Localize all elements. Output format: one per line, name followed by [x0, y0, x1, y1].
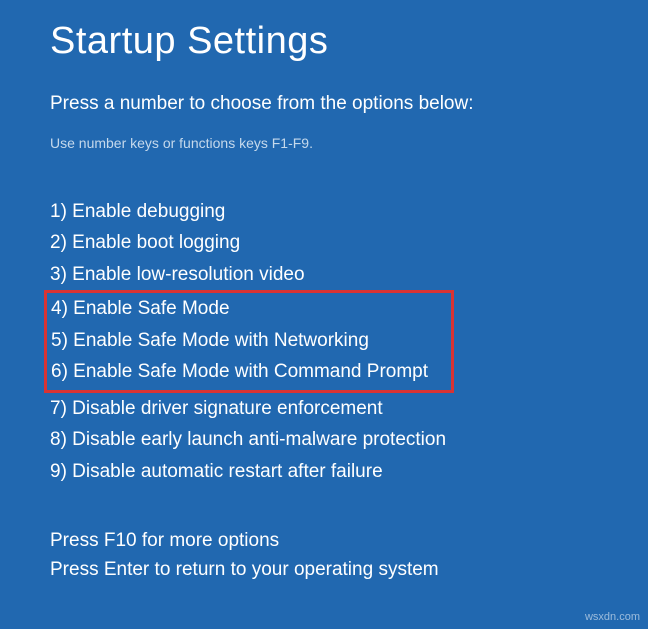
- footer-instructions: Press F10 for more options Press Enter t…: [50, 527, 439, 584]
- footer-return: Press Enter to return to your operating …: [50, 556, 439, 585]
- option-enable-debugging[interactable]: 1) Enable debugging: [50, 196, 598, 227]
- option-disable-driver-signature[interactable]: 7) Disable driver signature enforcement: [50, 393, 598, 424]
- key-hint: Use number keys or functions keys F1-F9.: [50, 135, 598, 151]
- option-enable-boot-logging[interactable]: 2) Enable boot logging: [50, 227, 598, 258]
- option-enable-low-resolution-video[interactable]: 3) Enable low-resolution video: [50, 259, 598, 290]
- option-enable-safe-mode-command-prompt[interactable]: 6) Enable Safe Mode with Command Prompt: [51, 356, 447, 387]
- startup-options-list: 1) Enable debugging 2) Enable boot loggi…: [50, 196, 598, 487]
- option-disable-anti-malware[interactable]: 8) Disable early launch anti-malware pro…: [50, 424, 598, 455]
- watermark: wsxdn.com: [585, 611, 640, 623]
- option-disable-automatic-restart[interactable]: 9) Disable automatic restart after failu…: [50, 456, 598, 487]
- page-title: Startup Settings: [50, 20, 598, 63]
- option-enable-safe-mode[interactable]: 4) Enable Safe Mode: [51, 293, 447, 324]
- instructions-subtitle: Press a number to choose from the option…: [50, 93, 598, 115]
- option-enable-safe-mode-networking[interactable]: 5) Enable Safe Mode with Networking: [51, 325, 447, 356]
- safe-mode-highlight-box: 4) Enable Safe Mode 5) Enable Safe Mode …: [44, 290, 454, 392]
- footer-more-options: Press F10 for more options: [50, 527, 439, 556]
